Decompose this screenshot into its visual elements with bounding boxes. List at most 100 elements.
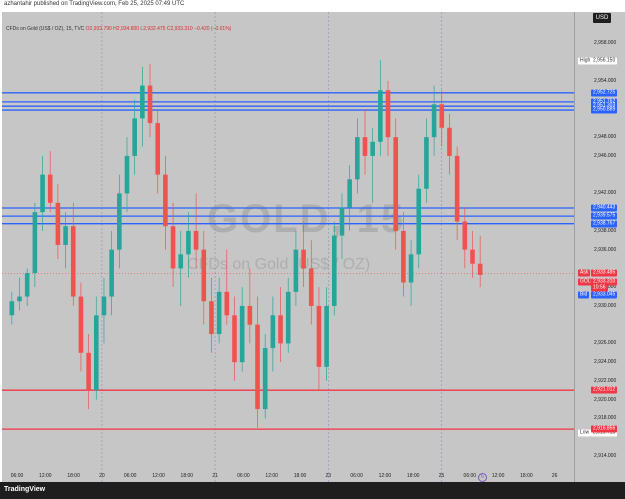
candle-body bbox=[362, 137, 368, 156]
candle-body bbox=[209, 301, 214, 335]
publisher-bar: azhantahir published on TradingView.com,… bbox=[0, 0, 625, 12]
level-price-label: 2,950.889 bbox=[591, 106, 618, 114]
candle-body bbox=[355, 137, 360, 180]
x-tick-label: 06:00 bbox=[237, 473, 250, 479]
x-tick-label: 26 bbox=[551, 473, 558, 479]
candle-body bbox=[63, 226, 68, 245]
candle-body bbox=[401, 230, 406, 283]
x-tick-label: 06:00 bbox=[350, 473, 363, 479]
candle-body bbox=[232, 315, 237, 363]
x-tick-label: 12:00 bbox=[39, 473, 52, 479]
candle-body bbox=[316, 305, 322, 367]
candle-body bbox=[132, 118, 137, 156]
candle-body bbox=[216, 291, 222, 335]
price-tag-bid: Bid bbox=[578, 291, 590, 299]
candle-body bbox=[24, 273, 30, 297]
candle-body bbox=[293, 249, 299, 292]
x-tick-label: 06:00 bbox=[463, 473, 477, 479]
candle-body bbox=[224, 291, 230, 316]
candle-body bbox=[55, 202, 61, 245]
candle-body bbox=[308, 268, 314, 306]
y-tick-label: 2,930.000 bbox=[594, 302, 617, 309]
y-tick-label: 2,920.000 bbox=[594, 396, 617, 403]
candle-body bbox=[285, 291, 291, 344]
x-tick-label: 12:00 bbox=[265, 473, 278, 479]
x-tick-label: 06:00 bbox=[10, 473, 24, 479]
x-tick-label: 23 bbox=[325, 473, 332, 479]
candle-body bbox=[124, 155, 130, 194]
candle-body bbox=[86, 352, 91, 391]
price-value-bid: 2,933.045 bbox=[591, 291, 618, 299]
x-tick-label: 12:00 bbox=[152, 473, 165, 479]
y-tick-label: 2,946.000 bbox=[594, 152, 617, 159]
high-price-label: 2,956.150 bbox=[591, 57, 618, 65]
y-tick-label: 2,924.000 bbox=[594, 359, 617, 366]
level-price-label: 2,939.575 bbox=[591, 212, 618, 220]
x-tick-label: 18:00 bbox=[406, 473, 420, 479]
y-tick-label: 2,926.000 bbox=[594, 340, 617, 347]
candle-body bbox=[262, 348, 268, 410]
candle-body bbox=[378, 90, 383, 142]
x-tick-label: 18:00 bbox=[180, 473, 194, 479]
candle-body bbox=[370, 141, 375, 156]
candle-body bbox=[186, 230, 191, 255]
x-tick-label: 18:00 bbox=[67, 473, 80, 479]
candle-body bbox=[17, 296, 22, 302]
candle-body bbox=[439, 104, 445, 128]
level-price-label: 2,938.767 bbox=[591, 220, 618, 228]
candle-body bbox=[454, 155, 460, 222]
candle-body bbox=[247, 305, 253, 325]
candle-body bbox=[163, 174, 168, 227]
y-tick-label: 2,914.000 bbox=[594, 452, 617, 459]
candle-body bbox=[70, 226, 76, 297]
currency-button[interactable]: USD bbox=[593, 13, 611, 23]
candle-body bbox=[239, 305, 245, 363]
candle-body bbox=[109, 249, 114, 297]
candle-body bbox=[147, 85, 153, 124]
candlestick-chart[interactable] bbox=[2, 12, 574, 482]
x-tick-label: 12:00 bbox=[491, 473, 505, 479]
level-price-label: 2,952.725 bbox=[591, 89, 618, 97]
candle-body bbox=[324, 305, 329, 367]
x-tick-label: 18:00 bbox=[293, 473, 307, 479]
y-tick-label: 2,936.000 bbox=[594, 246, 617, 253]
y-tick-label: 2,942.000 bbox=[594, 190, 617, 197]
candle-body bbox=[40, 174, 45, 213]
candle-body bbox=[424, 137, 429, 189]
candle-body bbox=[385, 90, 391, 138]
candle-body bbox=[347, 179, 352, 208]
chart-window: azhantahir published on TradingView.com,… bbox=[0, 0, 625, 499]
y-tick-label: 2,958.000 bbox=[594, 40, 617, 47]
price-value-ask: 2,933.485 bbox=[591, 269, 618, 277]
price-tag-ask: Ask bbox=[578, 269, 591, 277]
candle-body bbox=[255, 324, 260, 410]
legend-symbol: CFDs on Gold (US$ / OZ), 15, TVC bbox=[6, 26, 85, 32]
y-tick-label: 2,948.000 bbox=[594, 134, 617, 141]
x-tick-label: 12:00 bbox=[378, 473, 392, 479]
candle-body bbox=[462, 221, 468, 250]
candle-body bbox=[101, 296, 107, 316]
candle-body bbox=[93, 315, 99, 391]
x-tick-label: 25 bbox=[438, 473, 445, 479]
candle-body bbox=[339, 207, 345, 236]
chart-plot-area[interactable]: GOLD, 15 CFDs on Gold (US$ / OZ) CFDs on… bbox=[2, 12, 574, 482]
candle-body bbox=[301, 249, 306, 269]
candle-body bbox=[9, 301, 15, 316]
level-price-label: 2,916.856 bbox=[591, 425, 618, 433]
reset-chart-icon[interactable]: ↻ bbox=[478, 473, 487, 482]
y-tick-label: 2,918.000 bbox=[594, 415, 617, 422]
y-tick-label: 2,922.000 bbox=[594, 377, 617, 384]
candle-body bbox=[178, 254, 184, 269]
low-tag: Low bbox=[578, 429, 592, 437]
candle-body bbox=[201, 249, 207, 302]
y-tick-label: 2,938.000 bbox=[594, 227, 617, 234]
symbol-legend: CFDs on Gold (US$ / OZ), 15, TVC O2,933.… bbox=[6, 26, 231, 32]
x-tick-label: 18:00 bbox=[520, 473, 533, 479]
candle-body bbox=[32, 212, 38, 274]
candle-body bbox=[155, 123, 161, 175]
candle-body bbox=[477, 263, 483, 275]
candle-body bbox=[408, 254, 414, 283]
candle-body bbox=[331, 235, 337, 306]
x-tick-label: 06:00 bbox=[123, 473, 137, 479]
candle-body bbox=[431, 104, 437, 138]
